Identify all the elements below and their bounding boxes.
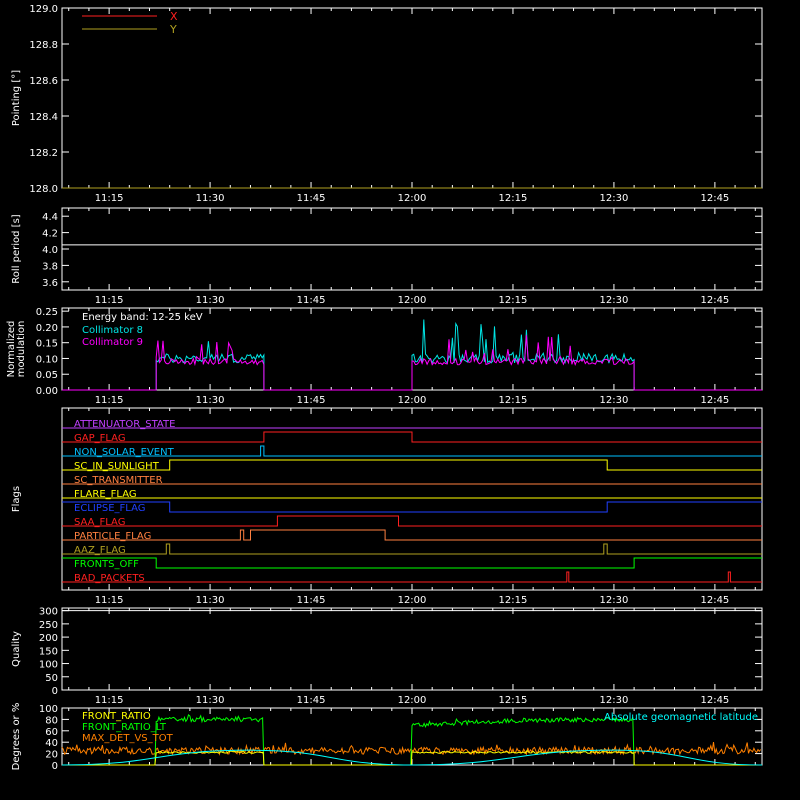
x-tick-label: 11:45 [297,193,326,204]
flag-label: FRONTS_OFF [74,559,139,570]
y-tick-label: 40 [45,738,58,749]
x-tick-label: 11:30 [196,295,225,306]
x-tick-label: 12:00 [398,395,427,406]
y-tick-label: 129.0 [29,4,58,15]
flag-label: PARTICLE_FLAG [74,531,151,542]
x-tick-label: 11:15 [95,395,124,406]
y-axis-label: Flags [11,486,22,512]
y-tick-label: 0.05 [36,370,58,381]
x-tick-label: 11:30 [196,595,225,606]
y-axis-label: Roll period [s] [11,214,22,283]
flag-label: ATTENUATOR_STATE [74,419,175,430]
y-tick-label: 200 [39,633,58,644]
y-tick-label: 4.4 [42,212,58,223]
x-tick-label: 11:15 [95,695,124,706]
y-tick-label: 128.0 [29,184,58,195]
y-tick-label: 4.2 [42,229,58,240]
y-tick-label: 128.8 [29,40,58,51]
x-tick-label: 11:45 [297,695,326,706]
x-tick-label: 12:15 [499,695,528,706]
flag-label: AAZ_FLAG [74,545,126,556]
x-tick-label: 12:45 [700,295,729,306]
legend-label: Collimator 8 [82,325,143,336]
y-tick-label: 3.6 [42,278,58,289]
x-tick-label: 12:45 [700,595,729,606]
y-tick-label: 128.4 [29,112,58,123]
x-tick-label: 11:15 [95,595,124,606]
flag-label: BAD_PACKETS [74,573,145,584]
y-tick-label: 50 [45,673,58,684]
y-tick-label: 0.15 [36,339,58,350]
flag-label: SC_TRANSMITTER [74,475,163,486]
x-tick-label: 12:15 [499,295,528,306]
x-tick-label: 11:15 [95,295,124,306]
x-tick-label: 12:30 [600,595,629,606]
y-tick-label: 20 [45,750,58,761]
annotation: Absolute geomagnetic latitude [604,712,758,723]
y-tick-label: 250 [39,620,58,631]
x-tick-label: 11:30 [196,395,225,406]
y-tick-label: 150 [39,646,58,657]
x-tick-label: 12:45 [700,695,729,706]
flag-label: FLARE_FLAG [74,489,137,500]
x-tick-label: 11:30 [196,193,225,204]
legend-label: FRONT_RATIO_LT [82,722,167,733]
flag-label: SC_IN_SUNLIGHT [74,461,160,472]
y-tick-label: 128.6 [29,76,58,87]
y-tick-label: 0 [52,761,58,772]
x-tick-label: 12:00 [398,695,427,706]
x-tick-label: 12:30 [600,295,629,306]
x-tick-label: 12:30 [600,695,629,706]
x-tick-label: 12:30 [600,395,629,406]
x-tick-label: 11:45 [297,395,326,406]
y-tick-label: 0.20 [36,323,58,334]
y-tick-label: 100 [39,660,58,671]
y-axis-label: Quality [11,631,22,667]
flag-label: SAA_FLAG [74,517,125,528]
y-tick-label: 0.10 [36,354,58,365]
y-tick-label: 100 [39,704,58,715]
legend-label: FRONT_RATIO [82,711,151,722]
flag-label: ECLIPSE_FLAG [74,503,145,514]
y-tick-label: 4.0 [42,245,58,256]
x-tick-label: 12:00 [398,595,427,606]
x-tick-label: 12:15 [499,595,528,606]
y-axis-label: Degrees or % [11,703,22,771]
y-tick-label: 300 [39,607,58,618]
y-axis-label: Pointing [°] [11,70,22,126]
x-tick-label: 11:45 [297,595,326,606]
y-tick-label: 0.00 [36,386,58,397]
y-tick-label: 80 [45,715,58,726]
legend-label: Y [169,23,177,36]
chart-canvas: 11:15 11:30 11:45 12:00 12:15 12:30 12:45 128.0… [0,0,800,800]
x-tick-label: 12:00 [398,295,427,306]
x-tick-label: 12:45 [700,395,729,406]
x-tick-label: 12:15 [499,395,528,406]
legend-label: X [170,10,178,23]
y-tick-label: 0.25 [36,307,58,318]
y-tick-label: 128.2 [29,148,58,159]
x-tick-label: 11:45 [297,295,326,306]
x-tick-label: 12:15 [499,193,528,204]
x-tick-label: 11:15 [95,193,124,204]
x-tick-label: 12:45 [700,193,729,204]
x-tick-label: 12:00 [398,193,427,204]
flag-label: GAP_FLAG [74,433,126,444]
y-tick-label: 3.8 [42,261,58,272]
legend-label: MAX_DET_VS_TOT [82,733,174,744]
y-axis-label: modulation [16,321,27,378]
annotation: Energy band: 12-25 keV [82,312,203,323]
flag-label: NON_SOLAR_EVENT [74,447,175,458]
x-tick-label: 11:30 [196,695,225,706]
y-tick-label: 60 [45,727,58,738]
x-tick-label: 12:30 [600,193,629,204]
legend-label: Collimator 9 [82,337,143,348]
y-tick-label: 0 [52,686,58,697]
